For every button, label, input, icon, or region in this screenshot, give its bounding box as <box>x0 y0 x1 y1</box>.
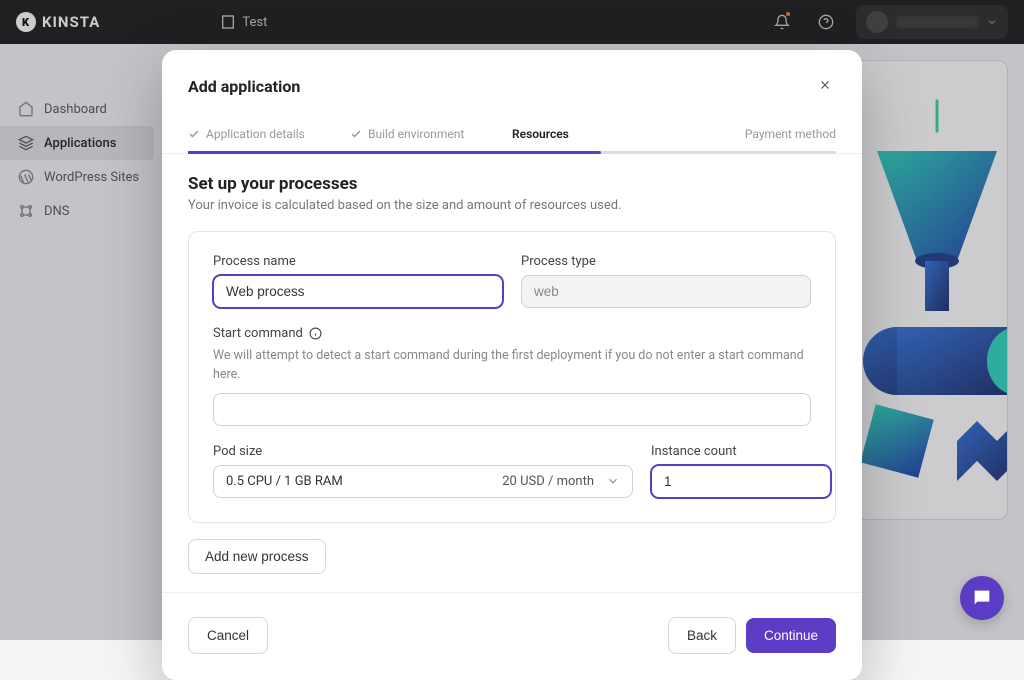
chat-icon <box>971 587 993 609</box>
sidebar-item-label: DNS <box>44 204 70 219</box>
add-application-modal: Add application Application details Buil… <box>162 50 862 680</box>
step-application-details[interactable]: Application details <box>188 117 350 153</box>
process-type-input <box>521 275 811 308</box>
notification-dot-icon <box>786 12 790 16</box>
topbar: K KINSTA Test <box>0 0 1024 44</box>
sidebar: Dashboard Applications WordPress Sites D… <box>0 44 160 640</box>
process-card: Process name Process type Start command … <box>188 231 836 523</box>
start-command-input[interactable] <box>213 393 811 426</box>
step-build-environment[interactable]: Build environment <box>350 117 512 153</box>
process-name-input[interactable] <box>213 275 503 308</box>
process-type-label: Process type <box>521 254 811 269</box>
sidebar-item-label: Dashboard <box>44 102 107 117</box>
step-resources[interactable]: Resources <box>512 117 674 153</box>
dns-icon <box>18 203 34 219</box>
sidebar-item-wordpress[interactable]: WordPress Sites <box>0 160 160 194</box>
continue-button[interactable]: Continue <box>746 618 836 653</box>
building-icon <box>220 14 236 30</box>
process-name-label: Process name <box>213 254 503 269</box>
chevron-down-icon <box>986 16 998 28</box>
bell-icon <box>774 14 790 30</box>
check-icon <box>188 128 200 140</box>
chevron-down-icon <box>606 474 620 488</box>
info-icon[interactable] <box>309 327 322 340</box>
back-button[interactable]: Back <box>668 617 736 654</box>
company-selector[interactable]: Test <box>220 14 267 30</box>
instance-count-label: Instance count <box>651 444 831 459</box>
home-icon <box>18 101 34 117</box>
section-title: Set up your processes <box>188 174 836 194</box>
add-process-button[interactable]: Add new process <box>188 539 326 574</box>
sidebar-item-label: Applications <box>44 136 117 151</box>
step-label: Application details <box>206 127 305 141</box>
step-label: Build environment <box>368 127 464 141</box>
close-button[interactable] <box>814 72 836 101</box>
logo[interactable]: K KINSTA <box>16 12 100 32</box>
account-name <box>896 16 978 28</box>
company-name: Test <box>242 15 267 30</box>
intercom-launcher[interactable] <box>960 576 1004 620</box>
step-label: Resources <box>512 127 569 141</box>
step-label: Payment method <box>745 127 836 141</box>
layers-icon <box>18 135 34 151</box>
pod-price: 20 USD / month <box>502 474 594 489</box>
instance-count-input[interactable] <box>651 465 831 498</box>
wordpress-icon <box>18 169 34 185</box>
avatar <box>866 11 888 33</box>
sidebar-item-label: WordPress Sites <box>44 170 139 185</box>
start-command-hint: We will attempt to detect a start comman… <box>213 347 811 385</box>
logo-text: KINSTA <box>42 13 100 31</box>
sidebar-item-applications[interactable]: Applications <box>0 126 154 160</box>
stepper: Application details Build environment Re… <box>162 117 862 154</box>
cancel-button[interactable]: Cancel <box>188 617 268 654</box>
notifications-button[interactable] <box>768 8 796 36</box>
sidebar-item-dashboard[interactable]: Dashboard <box>0 92 160 126</box>
help-button[interactable] <box>812 8 840 36</box>
close-icon <box>818 78 832 92</box>
start-command-label: Start command <box>213 326 811 341</box>
section-subtitle: Your invoice is calculated based on the … <box>188 198 836 213</box>
pod-size-select[interactable]: 0.5 CPU / 1 GB RAM 20 USD / month <box>213 465 633 498</box>
step-payment-method[interactable]: Payment method <box>674 117 836 153</box>
pod-size-label: Pod size <box>213 444 633 459</box>
account-menu[interactable] <box>856 5 1008 39</box>
logo-badge-icon: K <box>16 12 36 32</box>
help-icon <box>818 14 834 30</box>
modal-title: Add application <box>188 77 300 96</box>
sidebar-item-dns[interactable]: DNS <box>0 194 160 228</box>
pod-size-value: 0.5 CPU / 1 GB RAM <box>226 474 343 489</box>
check-icon <box>350 128 362 140</box>
